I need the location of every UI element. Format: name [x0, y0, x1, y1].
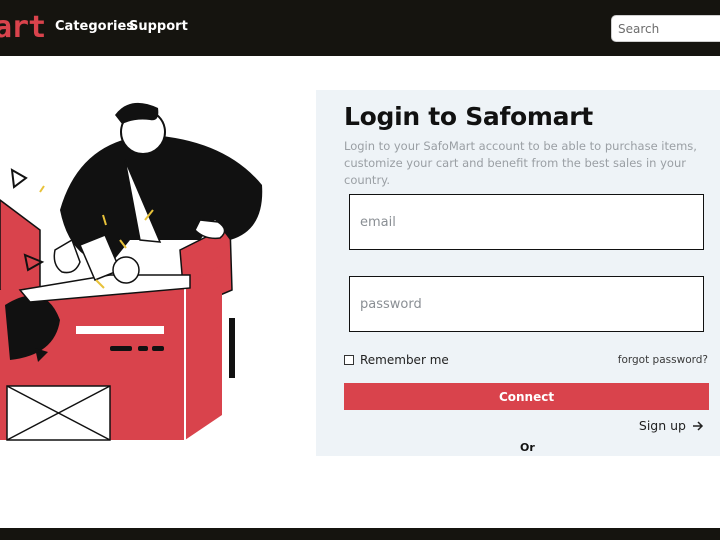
nav-support[interactable]: Support [129, 19, 188, 34]
top-navbar: art Categories Support [0, 0, 720, 56]
login-subtitle: Login to your SafoMart account to be abl… [344, 139, 697, 187]
login-title: Login to Safomart [344, 102, 593, 131]
password-field[interactable] [349, 276, 704, 332]
signup-label: Sign up [638, 418, 686, 433]
remember-label: Remember me [360, 353, 449, 367]
search-input[interactable] [611, 15, 720, 42]
remember-checkbox[interactable] [344, 355, 354, 365]
footer-bar [0, 528, 720, 540]
or-divider: Or [520, 441, 535, 454]
email-field[interactable] [349, 194, 704, 250]
connect-button[interactable]: Connect [344, 383, 709, 410]
arrow-right-icon [693, 420, 704, 431]
signup-link[interactable]: Sign up [639, 418, 704, 433]
brand-logo[interactable]: art [0, 8, 46, 48]
person-unboxing-illustration [0, 102, 263, 441]
nav-categories[interactable]: Categories [55, 19, 134, 34]
forgot-password-link[interactable]: forgot password? [618, 354, 708, 366]
login-panel: Login to Safomart Login to your SafoMart… [316, 90, 720, 456]
remember-me[interactable]: Remember me [344, 353, 449, 367]
